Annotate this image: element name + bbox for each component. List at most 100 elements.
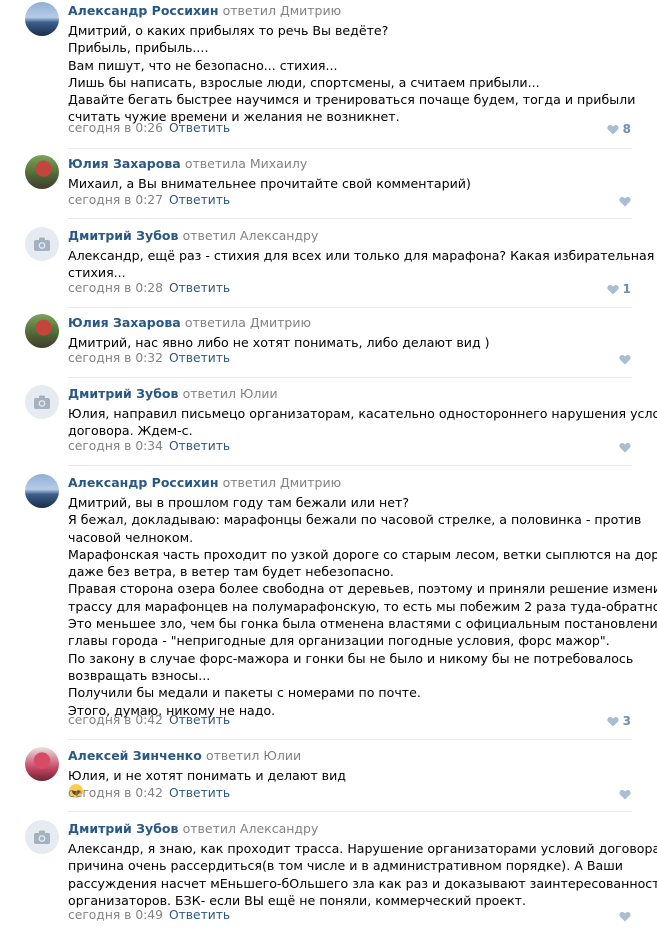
comment-header: Александр Россихин ответил Дмитрию bbox=[68, 3, 341, 19]
heart-icon bbox=[619, 352, 631, 366]
timestamp-link[interactable]: сегодня в 0:42 bbox=[68, 786, 163, 800]
replied-to-link[interactable]: ответила Дмитрию bbox=[185, 315, 311, 330]
replied-to-link[interactable]: ответил Дмитрию bbox=[223, 475, 342, 490]
author-name-link[interactable]: Юлия Захарова bbox=[68, 315, 181, 330]
comment-text-line: Дмитрий, вы в прошлом году там бежали ил… bbox=[68, 495, 410, 510]
comment-text: Дмитрий, вы в прошлом году там бежали ил… bbox=[68, 494, 657, 719]
timestamp-link[interactable]: сегодня в 0:32 bbox=[68, 351, 163, 365]
comment-text-line: Дмитрий, нас явно либо не хотят понимать… bbox=[68, 335, 490, 350]
comment-header: Александр Россихин ответил Дмитрию bbox=[68, 475, 341, 491]
reply-link[interactable]: Ответить bbox=[169, 193, 230, 207]
comment-text-line: Правая сторона озера более свободна от д… bbox=[68, 581, 657, 597]
reply-link[interactable]: Ответить bbox=[169, 121, 230, 135]
comment-header: Дмитрий Зубов ответил Юлии bbox=[68, 386, 278, 402]
comment-divider bbox=[68, 218, 632, 219]
comment-text-line: Юлия, направил письмецо организаторам, к… bbox=[68, 406, 657, 421]
comment-meta: сегодня в 0:42 Ответить bbox=[68, 713, 230, 728]
author-name-link[interactable]: Дмитрий Зубов bbox=[68, 228, 178, 243]
like-button[interactable] bbox=[619, 194, 631, 208]
comment-header: Юлия Захарова ответила Михаилу bbox=[68, 156, 307, 172]
heart-icon bbox=[607, 282, 619, 296]
comment-divider bbox=[68, 739, 632, 740]
like-button[interactable] bbox=[619, 787, 631, 801]
comment-text-line: часовой челноком. bbox=[68, 529, 194, 545]
comment-divider bbox=[68, 465, 632, 466]
comment-text: Дмитрий, о каких прибылях то речь Вы вед… bbox=[68, 22, 636, 126]
avatar[interactable] bbox=[25, 385, 59, 419]
replied-to-link[interactable]: ответила Михаилу bbox=[185, 156, 308, 171]
avatar[interactable] bbox=[25, 747, 59, 781]
like-button[interactable] bbox=[619, 440, 631, 454]
comment-text: Александр, я знаю, как проходит трасса. … bbox=[68, 840, 657, 909]
heart-icon bbox=[619, 909, 631, 923]
heart-icon bbox=[619, 440, 631, 454]
comment-header: Юлия Захарова ответила Дмитрию bbox=[68, 315, 311, 331]
replied-to-link[interactable]: ответил Дмитрию bbox=[223, 3, 342, 18]
reply-link[interactable]: Ответить bbox=[169, 439, 230, 453]
author-name-link[interactable]: Алексей Зинченко bbox=[68, 748, 202, 763]
comment-text-line: Вам пишут, что не безопасно... стихия... bbox=[68, 57, 338, 73]
comment-header: Алексей Зинченко ответил Юлии bbox=[68, 748, 301, 764]
timestamp-link[interactable]: сегодня в 0:26 bbox=[68, 121, 163, 135]
comment-text-line: Я бежал, докладываю: марафонцы бежали по… bbox=[68, 512, 642, 528]
avatar[interactable] bbox=[25, 155, 59, 189]
replied-to-link[interactable]: ответил Александру bbox=[183, 228, 319, 243]
reply-link[interactable]: Ответить bbox=[169, 351, 230, 365]
comment-text-line: рассуждения насчет мЕньшего-бОльшего зла… bbox=[68, 875, 657, 891]
reply-link[interactable]: Ответить bbox=[169, 713, 230, 727]
author-name-link[interactable]: Александр Россихин bbox=[68, 3, 218, 18]
like-button[interactable]: 8 bbox=[607, 122, 631, 136]
author-name-link[interactable]: Дмитрий Зубов bbox=[68, 386, 178, 401]
replied-to-link[interactable]: ответил Александру bbox=[183, 821, 319, 836]
avatar[interactable] bbox=[25, 820, 59, 854]
comment-header: Дмитрий Зубов ответил Александру bbox=[68, 228, 318, 244]
author-name-link[interactable]: Юлия Захарова bbox=[68, 156, 181, 171]
comment-text-line-content: Юлия, и не хотят понимать и делают вид bbox=[68, 768, 346, 783]
comment-text-line: Получили бы медали и пакеты с номерами п… bbox=[68, 685, 421, 701]
comment-text-line: договора. Ждем-с. bbox=[68, 423, 193, 439]
reply-link[interactable]: Ответить bbox=[169, 281, 230, 295]
comment-text-line: главы города - "непригодные для организа… bbox=[68, 633, 610, 649]
like-count: 8 bbox=[622, 122, 631, 136]
like-count: 1 bbox=[622, 282, 631, 296]
avatar[interactable] bbox=[25, 2, 59, 36]
comment-header: Дмитрий Зубов ответил Александру bbox=[68, 821, 318, 837]
comment-text: Дмитрий, нас явно либо не хотят понимать… bbox=[68, 334, 628, 351]
reply-link[interactable]: Ответить bbox=[169, 786, 230, 800]
like-button[interactable]: 1 bbox=[607, 282, 631, 296]
avatar[interactable] bbox=[25, 227, 59, 261]
comment-text-line: трассу для марафонцев на полумарафонскую… bbox=[68, 598, 657, 614]
author-name-link[interactable]: Александр Россихин bbox=[68, 475, 218, 490]
comment-text-line: Дмитрий, о каких прибылях то речь Вы вед… bbox=[68, 23, 389, 38]
comment-meta: сегодня в 0:49 Ответить bbox=[68, 908, 230, 923]
comment-divider bbox=[68, 307, 632, 308]
comment-text-line: Прибыль, прибыль.... bbox=[68, 40, 209, 56]
avatar[interactable] bbox=[25, 474, 59, 508]
replied-to-link[interactable]: ответил Юлии bbox=[183, 386, 278, 401]
comment-text-line: Это меньшее зло, чем бы гонка была отмен… bbox=[68, 616, 657, 632]
comment-text-line: организаторов. БЗК- если ВЫ ещё не понял… bbox=[68, 892, 527, 908]
timestamp-link[interactable]: сегодня в 0:42 bbox=[68, 713, 163, 727]
timestamp-link[interactable]: сегодня в 0:28 bbox=[68, 281, 163, 295]
comment-text-line: стихия... bbox=[68, 265, 126, 281]
replied-to-link[interactable]: ответил Юлии bbox=[206, 748, 301, 763]
comment-meta: сегодня в 0:26 Ответить bbox=[68, 121, 230, 136]
author-name-link[interactable]: Дмитрий Зубов bbox=[68, 821, 178, 836]
like-button[interactable] bbox=[619, 352, 631, 366]
comment-divider bbox=[68, 148, 632, 149]
reply-link[interactable]: Ответить bbox=[169, 908, 230, 922]
comment-text-line: даже без ветра, в ветер там будет небезо… bbox=[68, 564, 394, 580]
comment-text-line: Михаил, а Вы внимательнее прочитайте сво… bbox=[68, 176, 471, 191]
comment-meta: сегодня в 0:42 Ответить bbox=[68, 786, 230, 801]
avatar[interactable] bbox=[25, 314, 59, 348]
like-button[interactable]: 3 bbox=[607, 714, 631, 728]
comment-meta: сегодня в 0:27 Ответить bbox=[68, 193, 230, 208]
comment-divider bbox=[68, 811, 632, 812]
timestamp-link[interactable]: сегодня в 0:34 bbox=[68, 439, 163, 453]
comment-text-line: Давайте бегать быстрее научимся и тренир… bbox=[68, 92, 636, 108]
comment-meta: сегодня в 0:34 Ответить bbox=[68, 439, 230, 454]
timestamp-link[interactable]: сегодня в 0:49 bbox=[68, 908, 163, 922]
timestamp-link[interactable]: сегодня в 0:27 bbox=[68, 193, 163, 207]
like-button[interactable] bbox=[619, 909, 631, 923]
heart-icon bbox=[607, 122, 619, 136]
